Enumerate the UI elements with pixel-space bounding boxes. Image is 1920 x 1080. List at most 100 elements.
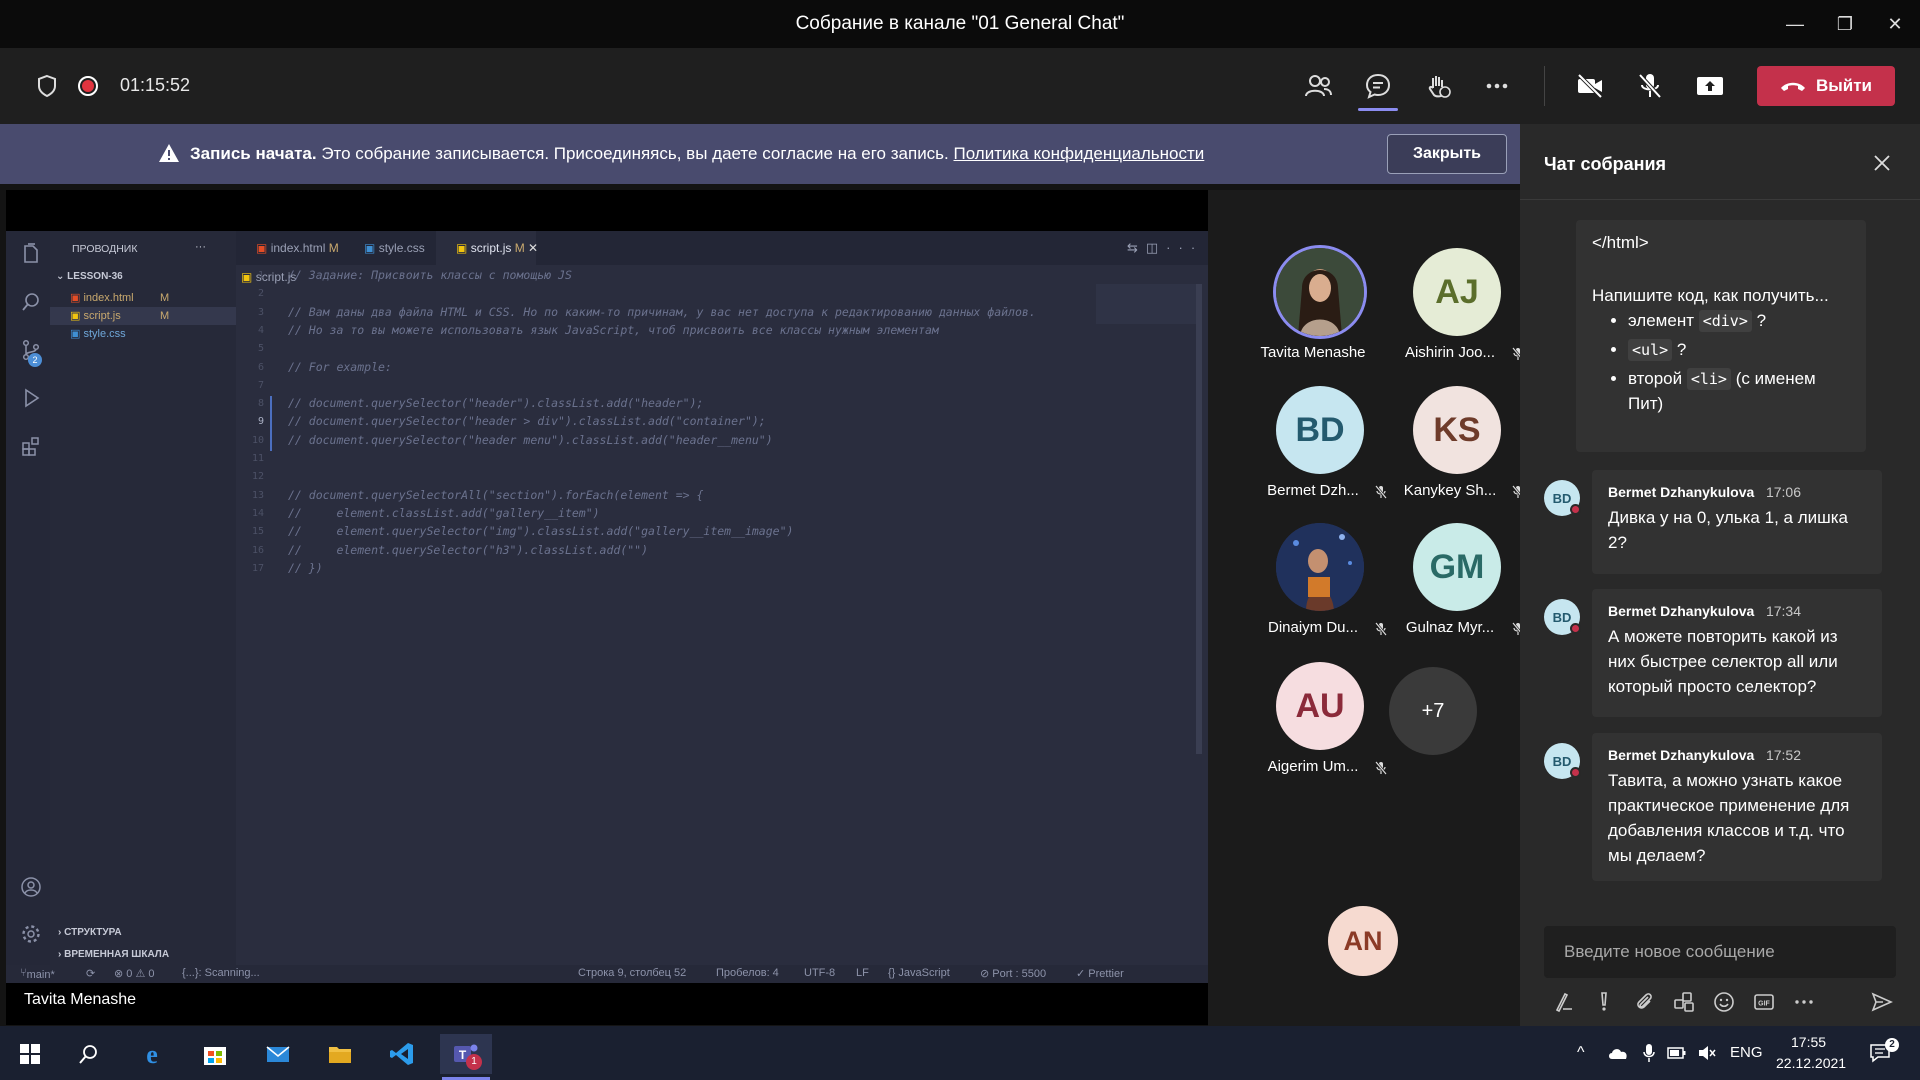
battery-icon[interactable]: [1667, 1046, 1687, 1060]
close-window-button[interactable]: ✕: [1872, 8, 1918, 40]
taskbar-edge[interactable]: e: [132, 1034, 172, 1074]
line-number: 11: [251, 453, 264, 464]
share-screen-icon[interactable]: [1694, 70, 1726, 102]
status-spaces[interactable]: Пробелов: 4: [716, 967, 779, 979]
maximize-button[interactable]: ❐: [1822, 8, 1868, 40]
privacy-policy-link[interactable]: Политика конфиденциальности: [954, 144, 1205, 163]
start-button[interactable]: [10, 1034, 50, 1074]
chat-message[interactable]: Bermet Dzhanykulova 17:52 Тавита, а можно…: [1592, 733, 1882, 881]
tray-chevron-icon[interactable]: ^: [1577, 1044, 1585, 1062]
language-indicator[interactable]: ENG: [1730, 1044, 1763, 1061]
participant-name: Gulnaz Myr...: [1405, 619, 1495, 636]
participants-icon[interactable]: [1302, 70, 1334, 102]
search-icon[interactable]: [20, 291, 42, 313]
taskbar-store[interactable]: [195, 1034, 235, 1074]
priority-icon[interactable]: [1592, 990, 1616, 1014]
status-problems[interactable]: ⊗ 0 ⚠ 0: [114, 967, 154, 980]
volume-muted-icon[interactable]: [1697, 1044, 1717, 1062]
editor-actions[interactable]: ⇆◫···: [1127, 240, 1203, 256]
status-prettier[interactable]: ✓ Prettier: [1076, 967, 1124, 980]
status-position[interactable]: Строка 9, столбец 52: [578, 967, 686, 979]
status-language[interactable]: {} JavaScript: [888, 967, 950, 979]
more-compose-icon[interactable]: [1792, 990, 1816, 1014]
close-chat-icon[interactable]: [1873, 154, 1891, 172]
taskbar-search[interactable]: [68, 1034, 108, 1074]
folder-lesson[interactable]: ⌄ LESSON-36: [56, 271, 123, 282]
message-avatar[interactable]: BD: [1544, 599, 1581, 635]
close-banner-button[interactable]: Закрыть: [1387, 134, 1507, 174]
attach-icon[interactable]: [1632, 990, 1656, 1014]
clock-time[interactable]: 17:55: [1791, 1034, 1826, 1050]
participant-tile[interactable]: BD Bermet Dzh...: [1253, 386, 1387, 512]
settings-gear-icon[interactable]: [20, 923, 42, 945]
clock-date[interactable]: 22.12.2021: [1776, 1055, 1846, 1071]
participant-tile[interactable]: Dinaiym Du...: [1253, 523, 1387, 649]
participant-tile[interactable]: GM Gulnaz Myr...: [1390, 523, 1524, 649]
status-port[interactable]: ⊘ Port : 5500: [980, 967, 1046, 980]
chat-message[interactable]: Bermet Dzhanykulova 17:06 Дивка у на 0, у…: [1592, 470, 1882, 574]
editor-tab-script-js[interactable]: ▣ script.js M ✕: [436, 231, 538, 265]
status-encoding[interactable]: UTF-8: [804, 967, 835, 979]
tab-close-icon[interactable]: ✕: [528, 241, 538, 255]
editor-tab-index-html[interactable]: ▣ index.html M: [236, 231, 344, 265]
code-line: // document.querySelector("header menu")…: [288, 432, 773, 447]
explorer-more-icon[interactable]: ···: [195, 241, 206, 253]
folder-icon: [329, 1047, 351, 1063]
onedrive-icon[interactable]: [1607, 1045, 1629, 1061]
leave-button[interactable]: Выйти: [1757, 66, 1895, 106]
loop-component-icon[interactable]: [1672, 990, 1696, 1014]
code-end-text: </html>: [1592, 233, 1649, 252]
code-chip: <div>: [1698, 310, 1752, 332]
participant-tile[interactable]: KS Kanykey Sh...: [1390, 386, 1524, 512]
extensions-icon[interactable]: [20, 435, 42, 457]
microphone-off-icon[interactable]: [1634, 70, 1666, 102]
status-eol[interactable]: LF: [856, 967, 869, 979]
explorer-file-index-html[interactable]: ▣ index.html M: [50, 289, 236, 307]
chat-icon[interactable]: [1362, 70, 1394, 102]
editor-tab-style-css[interactable]: ▣ style.css: [344, 231, 436, 265]
more-participants-button[interactable]: +7: [1389, 667, 1477, 755]
timeline-section[interactable]: › ВРЕМЕННАЯ ШКАЛА: [58, 949, 169, 960]
message-avatar-initials: BD: [1552, 490, 1572, 506]
emoji-icon[interactable]: [1712, 990, 1736, 1014]
format-icon[interactable]: [1552, 990, 1576, 1014]
shield-icon[interactable]: [31, 70, 63, 102]
taskbar-explorer[interactable]: [320, 1034, 360, 1074]
status-sync[interactable]: ⟳: [86, 967, 95, 980]
participant-name: Kanykey Sh...: [1403, 482, 1497, 499]
participant-tile[interactable]: AU Aigerim Um...: [1253, 662, 1387, 788]
accounts-icon[interactable]: [20, 876, 42, 898]
camera-off-icon[interactable]: [1574, 70, 1606, 102]
microphone-tray-icon[interactable]: [1642, 1043, 1656, 1063]
run-debug-icon[interactable]: [20, 387, 42, 409]
minimize-button[interactable]: —: [1772, 8, 1818, 40]
outline-section[interactable]: › СТРУКТУРА: [58, 927, 122, 938]
chat-input[interactable]: Введите новое сообщение: [1544, 926, 1896, 978]
raise-hand-icon[interactable]: [1422, 70, 1454, 102]
message-avatar[interactable]: BD: [1544, 480, 1581, 516]
participant-tile[interactable]: AJ Aishirin Joo...: [1390, 248, 1524, 374]
code-editor[interactable]: 1 // Задание: Присвоить классы с помощью …: [236, 268, 1208, 968]
participant-initials: AU: [1295, 686, 1345, 725]
svg-text:e: e: [146, 1040, 158, 1068]
file-badge: M: [160, 292, 170, 304]
chat-message[interactable]: Bermet Dzhanykulova 17:34 А можете повтор…: [1592, 589, 1882, 717]
gif-icon[interactable]: GIF: [1752, 990, 1776, 1014]
message-avatar[interactable]: BD: [1544, 743, 1581, 779]
editor-scrollbar[interactable]: [1196, 284, 1202, 754]
explorer-file-script-js[interactable]: ▣ script.js M: [50, 307, 236, 325]
participant-tile[interactable]: Tavita Menashe: [1253, 248, 1383, 374]
taskbar-teams[interactable]: T 1: [440, 1034, 492, 1074]
participant-name: Dinaiym Du...: [1267, 619, 1359, 636]
taskbar-vscode[interactable]: [382, 1034, 422, 1074]
taskbar-mail[interactable]: [258, 1034, 298, 1074]
files-icon[interactable]: [20, 243, 42, 265]
message-avatar-initials: BD: [1552, 609, 1572, 625]
code-line: // document.querySelector("header > div"…: [288, 414, 766, 429]
status-branch[interactable]: ⑂ main*: [20, 967, 55, 981]
more-options-icon[interactable]: [1481, 70, 1513, 102]
send-icon[interactable]: [1870, 990, 1894, 1014]
status-scanning: {...}: Scanning...: [182, 967, 260, 979]
code-line: // element.querySelector("img").classLis…: [288, 524, 794, 539]
explorer-file-style-css[interactable]: ▣ style.css: [50, 325, 236, 343]
